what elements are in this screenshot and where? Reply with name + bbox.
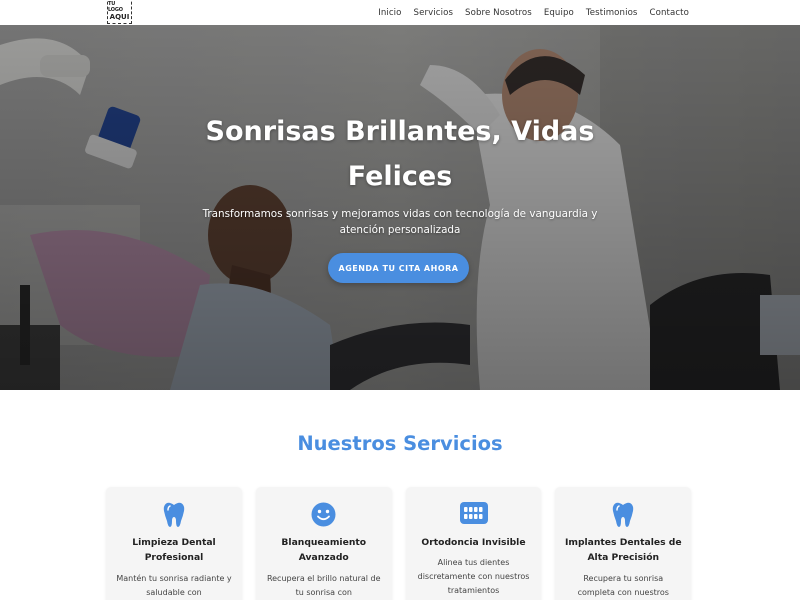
service-card-description: Alinea tus dientes discretamente con nue…	[417, 558, 530, 595]
nav-item-sobre-nosotros[interactable]: Sobre Nosotros	[465, 8, 532, 18]
nav-item-contacto[interactable]: Contacto	[650, 8, 690, 18]
service-card-blanqueamiento[interactable]: Blanqueamiento Avanzado Recupera el bril…	[255, 487, 392, 600]
hero-section: Sonrisas Brillantes, Vidas Felices Trans…	[0, 25, 800, 390]
services-title: Nuestros Servicios	[297, 432, 503, 455]
nav-item-inicio[interactable]: Inicio	[378, 8, 401, 18]
service-card-ortodoncia[interactable]: Ortodoncia Invisible Alinea tus dientes …	[405, 487, 542, 600]
service-card-title: Ortodoncia Invisible	[421, 537, 526, 548]
nav-item-testimonios[interactable]: Testimonios	[586, 8, 638, 18]
service-card-title: Limpieza Dental Profesional	[132, 537, 216, 563]
main-nav: Inicio Servicios Sobre Nosotros Equipo T…	[378, 0, 689, 25]
tooth-icon	[106, 502, 242, 528]
service-card-description: Mantén tu sonrisa radiante y saludable c…	[116, 574, 232, 597]
nav-item-servicios[interactable]: Servicios	[414, 8, 454, 18]
navbar: TU LOGO AQUI Inicio Servicios Sobre Noso…	[0, 0, 800, 25]
service-card-implantes[interactable]: Implantes Dentales de Alta Precisión Rec…	[555, 487, 691, 600]
hero-title: Sonrisas Brillantes, Vidas Felices	[205, 116, 595, 192]
services-cards: Limpieza Dental Profesional Mantén tu so…	[106, 487, 691, 600]
hero-content: Sonrisas Brillantes, Vidas Felices Trans…	[0, 25, 800, 390]
tooth-icon	[555, 502, 691, 528]
logo[interactable]: TU LOGO AQUI	[107, 0, 132, 24]
teeth-icon	[406, 502, 542, 528]
nav-item-equipo[interactable]: Equipo	[544, 8, 574, 18]
service-card-title: Implantes Dentales de Alta Precisión	[564, 537, 682, 563]
service-card-title: Blanqueamiento Avanzado	[281, 537, 367, 563]
service-card-description: Recupera tu sonrisa completa con nuestro…	[577, 574, 669, 597]
service-card-description: Recupera el brillo natural de tu sonrisa…	[266, 574, 381, 597]
hero-subtitle: Transformamos sonrisas y mejoramos vidas…	[202, 208, 598, 236]
smile-icon	[256, 502, 392, 528]
book-appointment-button[interactable]: AGENDA TU CITA AHORA	[328, 253, 469, 283]
logo-line-1: TU LOGO	[108, 1, 123, 13]
service-card-limpieza[interactable]: Limpieza Dental Profesional Mantén tu so…	[106, 487, 242, 600]
logo-line-2: AQUI	[109, 13, 130, 21]
